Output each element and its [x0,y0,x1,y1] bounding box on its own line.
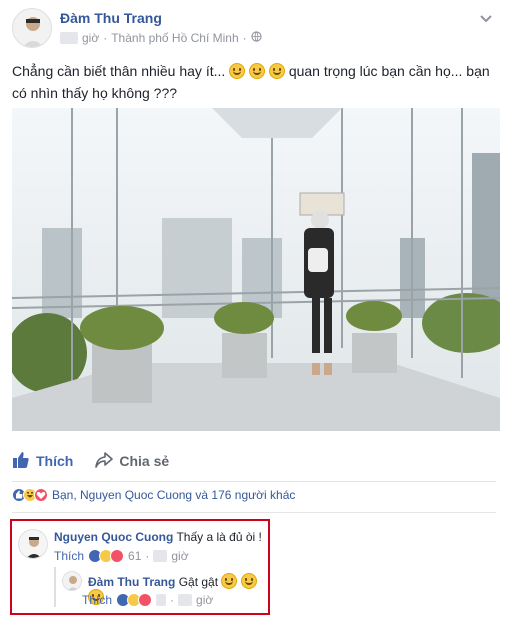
smile-emoji-icon [249,63,266,79]
like-icon [12,451,30,472]
reactions-summary-text[interactable]: Bạn, Nguyen Quoc Cuong và 176 người khác [52,488,295,502]
smile-emoji-icon [229,63,246,79]
reaction-icons [12,488,48,502]
smile-emoji-icon [240,573,257,589]
comment-2-time-suffix[interactable]: giờ [196,593,213,607]
comment-1-text: Thấy a là đủ òi ! [176,530,262,544]
commenter-avatar[interactable] [18,529,48,559]
post-actions: Thích Chia sẻ [12,443,496,479]
comment-1-time-suffix[interactable]: giờ [171,549,188,563]
post-time-redacted [60,32,78,44]
reply-author-avatar[interactable] [62,571,82,591]
comment-1: Nguyen Quoc Cuong Thấy a là đủ òi ! [54,530,266,544]
comment-2-separator: · [170,593,175,607]
like-button[interactable]: Thích [12,451,73,472]
comment-2-count-redacted [156,594,167,606]
comment-1-author[interactable]: Nguyen Quoc Cuong [54,530,173,544]
comments-divider [12,512,496,513]
smile-emoji-icon [268,63,285,79]
meta-separator: · [103,31,108,45]
highlighted-comments-box: Nguyen Quoc Cuong Thấy a là đủ òi ! Thíc… [10,519,270,615]
author-avatar[interactable] [12,8,52,48]
comment-1-separator: · [145,549,150,563]
reactions-summary[interactable]: Bạn, Nguyen Quoc Cuong và 176 người khác [12,488,295,502]
share-icon [95,451,114,471]
reply-thread-line [54,567,56,607]
comment-2-reaction-icons[interactable] [116,593,153,607]
post-text-part1: Chẳng cần biết thân nhiều hay ít... [12,63,226,79]
comment-1-reaction-icons[interactable] [88,549,125,563]
comment-1-meta: Thích 61 · giờ [54,549,189,563]
comment-2-author[interactable]: Đàm Thu Trang [88,575,175,589]
post-author-name[interactable]: Đàm Thu Trang [60,10,162,26]
reactions-divider [12,481,496,482]
post-time-suffix[interactable]: giờ [82,31,99,45]
comment-1-like-link[interactable]: Thích [54,549,84,563]
share-label: Chia sẻ [119,453,170,469]
post-photo[interactable] [12,108,500,431]
post-location[interactable]: Thành phố Hồ Chí Minh [111,31,238,45]
photo-illustration [12,108,500,431]
post-options-chevron-down-icon[interactable] [480,10,492,28]
love-reaction-icon [138,593,153,607]
comment-1-reaction-count[interactable]: 61 [128,549,141,563]
comment-2-meta: Thích · giờ [82,593,213,607]
comment-2-time-redacted [178,594,193,606]
meta-separator: · [242,31,247,45]
smile-emoji-icon [221,573,238,589]
comment-1-time-redacted [153,550,168,562]
love-reaction-icon [110,549,125,563]
share-button[interactable]: Chia sẻ [95,451,170,471]
comment-2-text: Gật gật [178,575,219,589]
comment-2-like-link[interactable]: Thích [82,593,112,607]
love-reaction-icon [34,488,48,502]
post-meta: giờ · Thành phố Hồ Chí Minh · [60,31,262,45]
post-text: Chẳng cần biết thân nhiều hay ít... quan… [12,60,496,104]
globe-icon[interactable] [250,31,262,45]
like-label: Thích [36,453,74,469]
